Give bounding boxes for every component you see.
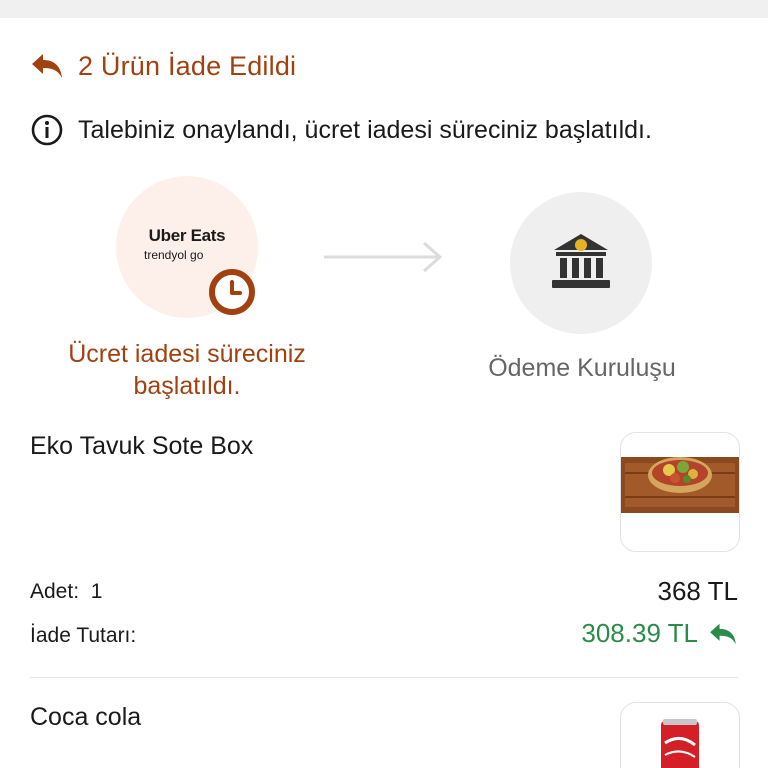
bank-circle [510, 192, 652, 334]
food-box-illustration [621, 457, 739, 513]
top-bar [0, 0, 768, 18]
refund-amount: 308.39 TL [581, 618, 738, 649]
clock-icon [209, 269, 255, 315]
item-image[interactable] [620, 702, 740, 768]
logo-trendyol-go-text: trendyol go [144, 248, 204, 262]
bank-icon [552, 234, 610, 288]
refund-amount-value: 308.39 TL [581, 618, 698, 648]
item-quantity: Adet: 1 [30, 580, 102, 604]
arrow-right-icon [324, 241, 443, 273]
step-payment-institution-label: Ödeme Kuruluşu [488, 354, 676, 382]
page-title: 2 Ürün İade Edildi [78, 50, 297, 81]
item-name: Coca cola [30, 703, 142, 731]
reply-arrow-icon[interactable] [30, 52, 64, 80]
cola-can-illustration [661, 719, 699, 768]
item-price: 368 TL [657, 576, 738, 606]
reply-arrow-icon [710, 623, 736, 644]
merchant-logo-circle: Uber Eats trendyol go [116, 176, 258, 318]
notice-text: Talebiniz onaylandı, ücret iadesi süreci… [78, 115, 652, 144]
logo-uber-eats-text: Uber Eats [148, 226, 226, 245]
item-image[interactable] [620, 432, 740, 552]
refund-amount-label: İade Tutarı: [30, 624, 137, 647]
step-refund-started-label: Ücret iadesi süreciniz başlatıldı. [68, 340, 306, 400]
item-name: Eko Tavuk Sote Box [30, 432, 254, 460]
approval-notice: Talebiniz onaylandı, ücret iadesi süreci… [30, 112, 652, 148]
item-divider [30, 677, 738, 678]
quantity-value: 1 [90, 580, 103, 603]
quantity-label: Adet: [30, 580, 80, 603]
info-circle-icon [31, 114, 63, 146]
header: 2 Ürün İade Edildi [30, 46, 296, 86]
refund-detail-page: 2 Ürün İade Edildi Talebiniz onaylandı, … [0, 0, 768, 768]
